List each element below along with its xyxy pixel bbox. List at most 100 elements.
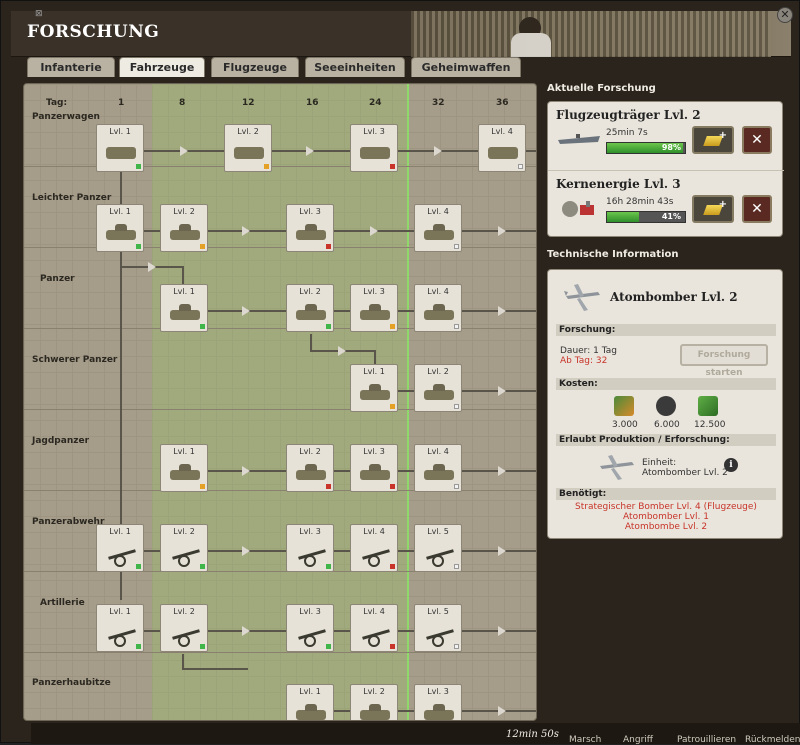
info-icon[interactable]: i [724, 458, 738, 472]
tab-flugzeuge[interactable]: Flugzeuge [211, 57, 299, 77]
cancel-research-button[interactable]: ✕ [742, 195, 772, 223]
march-label[interactable]: Marsch [569, 735, 601, 745]
queue-item-name: Flugzeugträger Lvl. 2 [556, 108, 701, 122]
cancel-research-button[interactable]: ✕ [742, 126, 772, 154]
research-node[interactable]: Lvl. 2 [160, 204, 208, 252]
arrow-marker [242, 546, 250, 556]
research-node[interactable]: Lvl. 4 [414, 284, 462, 332]
research-node[interactable]: Lvl. 1 [96, 124, 144, 172]
research-node[interactable]: Lvl. 5 [414, 604, 462, 652]
node-level: Lvl. 4 [427, 447, 449, 456]
day-tick: 16 [306, 98, 319, 108]
arrow-marker [242, 226, 250, 236]
window-title: FORSCHUNG [27, 22, 160, 42]
report-back-label[interactable]: Rückmelden [745, 735, 800, 745]
research-node[interactable]: Lvl. 3 [350, 124, 398, 172]
bomber-plane-icon [564, 284, 600, 311]
status-indicator [326, 644, 331, 649]
research-node[interactable]: Lvl. 1 [160, 444, 208, 492]
research-node[interactable]: Lvl. 5 [414, 524, 462, 572]
arrow-marker [148, 262, 156, 272]
status-indicator [518, 164, 523, 169]
day-tick: 12 [242, 98, 255, 108]
progress-percent: 41% [661, 212, 681, 221]
status-indicator [390, 564, 395, 569]
research-node[interactable]: Lvl. 2 [414, 364, 462, 412]
research-node[interactable]: Lvl. 1 [96, 524, 144, 572]
queue-item-name: Kernenergie Lvl. 3 [556, 177, 681, 191]
tank-icon [296, 464, 326, 480]
required-item[interactable]: Atombombe Lvl. 2 [556, 522, 776, 532]
research-node[interactable]: Lvl. 4 [350, 604, 398, 652]
node-level: Lvl. 3 [363, 287, 385, 296]
row-label-panzer: Panzer [40, 274, 75, 284]
tank-icon [424, 384, 454, 400]
research-node[interactable]: Lvl. 2 [350, 684, 398, 720]
node-level: Lvl. 2 [427, 367, 449, 376]
tech-name: Atombomber Lvl. 2 [610, 290, 738, 304]
status-indicator [326, 484, 331, 489]
patrol-label[interactable]: Patrouillieren [677, 735, 736, 745]
progress-bar: 98% [606, 142, 686, 154]
arrow-marker [370, 226, 378, 236]
status-indicator [136, 644, 141, 649]
status-indicator [390, 644, 395, 649]
research-node[interactable]: Lvl. 4 [478, 124, 526, 172]
bomber-unit-icon [600, 455, 634, 480]
research-node[interactable]: Lvl. 4 [414, 204, 462, 252]
research-node[interactable]: Lvl. 1 [160, 284, 208, 332]
research-node[interactable]: Lvl. 3 [286, 524, 334, 572]
close-button[interactable]: ✕ [777, 7, 793, 23]
arrow-marker [434, 146, 442, 156]
research-node[interactable]: Lvl. 1 [96, 204, 144, 252]
research-node[interactable]: Lvl. 2 [224, 124, 272, 172]
speed-up-gold-button[interactable]: + [692, 195, 734, 223]
node-level: Lvl. 3 [299, 607, 321, 616]
research-node[interactable]: Lvl. 3 [350, 284, 398, 332]
status-indicator [200, 564, 205, 569]
research-node[interactable]: Lvl. 3 [350, 444, 398, 492]
queue-item: Kernenergie Lvl. 3 16h 28min 43s 41% + ✕ [548, 170, 784, 236]
research-node[interactable]: Lvl. 4 [414, 444, 462, 492]
tab-geheimwaffen[interactable]: Geheimwaffen [411, 57, 521, 77]
tab-infanterie[interactable]: Infanterie [27, 57, 115, 77]
tank-icon [360, 304, 390, 320]
tank-icon [424, 224, 454, 240]
row-label-artillerie: Artillerie [40, 598, 85, 608]
progress-bar: 41% [606, 211, 686, 223]
research-node[interactable]: Lvl. 2 [160, 604, 208, 652]
attack-label[interactable]: Angriff [623, 735, 653, 745]
research-node[interactable]: Lvl. 3 [414, 684, 462, 720]
start-research-button[interactable]: Forschung starten [680, 344, 768, 378]
unit-label: Einheit: [642, 458, 677, 468]
research-node[interactable]: Lvl. 4 [350, 524, 398, 572]
tank-icon [424, 304, 454, 320]
speed-up-gold-button[interactable]: + [692, 126, 734, 154]
status-indicator [390, 484, 395, 489]
tank-icon [296, 704, 326, 720]
research-node[interactable]: Lvl. 3 [286, 604, 334, 652]
research-node[interactable]: Lvl. 3 [286, 204, 334, 252]
status-indicator [264, 164, 269, 169]
research-node[interactable]: Lvl. 2 [286, 444, 334, 492]
research-node[interactable]: Lvl. 1 [350, 364, 398, 412]
research-header: Forschung: [556, 324, 776, 336]
required-item[interactable]: Atombomber Lvl. 1 [556, 512, 776, 522]
status-indicator [200, 644, 205, 649]
tab-seeeinheiten[interactable]: Seeeinheiten [305, 57, 405, 77]
tab-fahrzeuge[interactable]: Fahrzeuge [119, 57, 205, 77]
required-item[interactable]: Strategischer Bomber Lvl. 4 (Flugzeuge) [556, 502, 776, 512]
research-node[interactable]: Lvl. 1 [286, 684, 334, 720]
research-node[interactable]: Lvl. 1 [96, 604, 144, 652]
armored-car-icon [106, 147, 136, 159]
arrow-marker [498, 226, 506, 236]
research-node[interactable]: Lvl. 2 [160, 524, 208, 572]
node-level: Lvl. 1 [299, 687, 321, 696]
tank-icon [360, 704, 390, 720]
plus-icon: + [718, 199, 727, 210]
operator-body-shape [511, 33, 551, 57]
status-indicator [200, 484, 205, 489]
status-indicator [200, 324, 205, 329]
node-level: Lvl. 1 [173, 287, 195, 296]
research-node[interactable]: Lvl. 2 [286, 284, 334, 332]
